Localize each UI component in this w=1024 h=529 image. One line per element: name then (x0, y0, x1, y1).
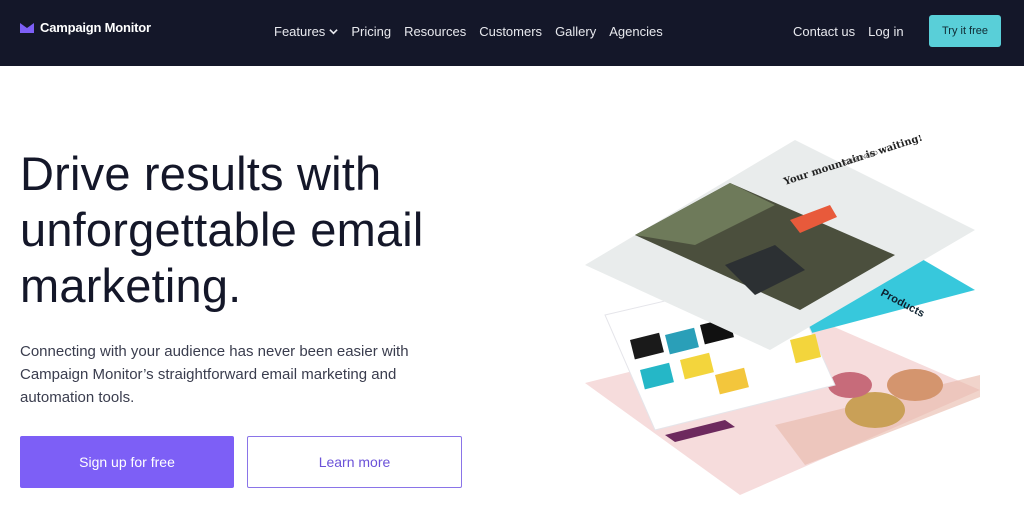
menu-item-pricing[interactable]: Pricing (351, 24, 391, 39)
menu-item-label: Pricing (351, 24, 392, 39)
menu-item-label: Gallery (555, 24, 597, 39)
brand-name: Campaign Monitor (40, 20, 151, 35)
menu-item-label: Customers (479, 24, 543, 39)
top-nav: Campaign Monitor Features Pricing Resour… (0, 0, 1024, 66)
hero-description: Connecting with your audience has never … (20, 343, 409, 406)
menu-item-customers[interactable]: Customers (479, 24, 542, 39)
menu-item-label: Agencies (609, 24, 663, 39)
brand-logo[interactable]: Campaign Monitor (20, 20, 151, 35)
chevron-down-icon (329, 29, 338, 35)
campaign-monitor-logo-icon (20, 22, 34, 33)
secondary-menu: Contact us Log in (793, 24, 917, 39)
hero-title: Drive results with unforgettable email m… (20, 147, 424, 312)
email-templates-illustration: Products Your mountain is waiting! GROUN… (585, 135, 980, 495)
learn-more-button[interactable]: Learn more (247, 436, 462, 488)
menu-item-gallery[interactable]: Gallery (555, 24, 596, 39)
log-in-link[interactable]: Log in (868, 24, 903, 39)
main-menu: Features Pricing Resources Customers Gal… (274, 24, 676, 39)
menu-item-label: Features (274, 24, 326, 39)
menu-item-agencies[interactable]: Agencies (609, 24, 662, 39)
menu-item-label: Resources (404, 24, 467, 39)
menu-item-resources[interactable]: Resources (404, 24, 466, 39)
menu-item-label: Contact us (793, 24, 856, 39)
sign-up-button[interactable]: Sign up for free (20, 436, 234, 488)
menu-item-label: Log in (868, 24, 904, 39)
try-it-free-button[interactable]: Try it free (929, 15, 1001, 47)
menu-item-features[interactable]: Features (274, 24, 338, 39)
contact-us-link[interactable]: Contact us (793, 24, 855, 39)
